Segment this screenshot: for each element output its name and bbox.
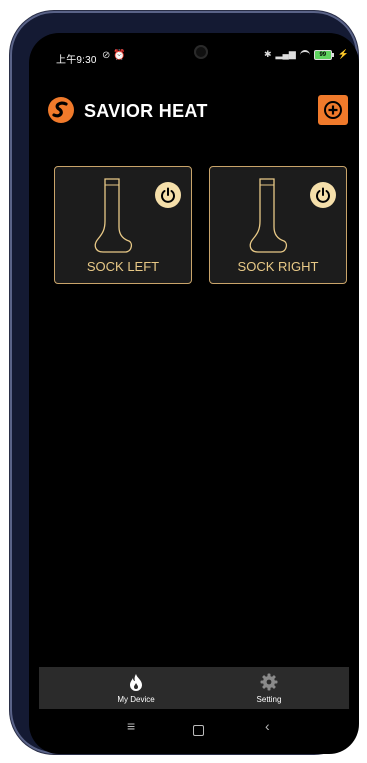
add-device-button[interactable] bbox=[318, 95, 348, 125]
flame-icon bbox=[130, 674, 142, 691]
device-label: SOCK RIGHT bbox=[237, 259, 319, 274]
power-button-right[interactable] bbox=[310, 182, 336, 208]
app-screen: 上午9:30 ⊘ ⏰ ✱ ▂▄▆ 99 ⚡ SAVIOR HEAT SOCK L… bbox=[29, 33, 359, 754]
device-card-sock-right[interactable]: SOCK RIGHT bbox=[209, 166, 347, 284]
tab-label: Setting bbox=[256, 695, 282, 704]
power-icon bbox=[316, 187, 330, 203]
bluetooth-icon: ✱ bbox=[264, 49, 272, 59]
status-time: 上午9:30 bbox=[56, 55, 97, 66]
sock-icon bbox=[249, 178, 288, 253]
back-button[interactable]: ‹ bbox=[265, 718, 270, 734]
sock-icon bbox=[94, 178, 133, 253]
bottom-tab-bar: My Device Setting bbox=[39, 667, 349, 709]
battery-level: 99 bbox=[313, 49, 332, 60]
status-left-icons: ⊘ ⏰ bbox=[102, 50, 126, 61]
app-header: SAVIOR HEAT bbox=[29, 93, 359, 133]
home-button[interactable] bbox=[193, 725, 204, 736]
charging-icon: ⚡ bbox=[337, 49, 349, 59]
signal-icon: ▂▄▆ bbox=[275, 49, 296, 59]
alarm-icon: ⏰ bbox=[113, 50, 126, 61]
system-nav-bar: ≡ ‹ bbox=[29, 713, 359, 743]
tab-setting[interactable]: Setting bbox=[219, 667, 319, 709]
status-bar: 上午9:30 ⊘ ⏰ ✱ ▂▄▆ 99 ⚡ bbox=[29, 33, 359, 67]
front-camera bbox=[194, 45, 208, 59]
tab-label: My Device bbox=[117, 695, 155, 704]
phone-frame: 上午9:30 ⊘ ⏰ ✱ ▂▄▆ 99 ⚡ SAVIOR HEAT SOCK L… bbox=[10, 11, 359, 754]
battery-icon: 99 bbox=[313, 49, 334, 60]
device-card-sock-left[interactable]: SOCK LEFT bbox=[54, 166, 192, 284]
tab-my-device[interactable]: My Device bbox=[86, 667, 186, 709]
plus-circle-icon bbox=[324, 101, 342, 119]
wifi-icon bbox=[299, 49, 310, 60]
gear-icon bbox=[260, 673, 278, 691]
status-right-icons: ✱ ▂▄▆ 99 ⚡ bbox=[264, 49, 349, 60]
battery-tip bbox=[331, 52, 334, 57]
power-button-left[interactable] bbox=[155, 182, 181, 208]
savior-heat-logo-icon bbox=[48, 97, 74, 123]
brand-title: SAVIOR HEAT bbox=[84, 101, 208, 121]
recent-apps-button[interactable]: ≡ bbox=[127, 718, 135, 734]
power-icon bbox=[161, 187, 175, 203]
device-label: SOCK LEFT bbox=[86, 259, 160, 274]
mute-icon: ⊘ bbox=[102, 50, 111, 61]
